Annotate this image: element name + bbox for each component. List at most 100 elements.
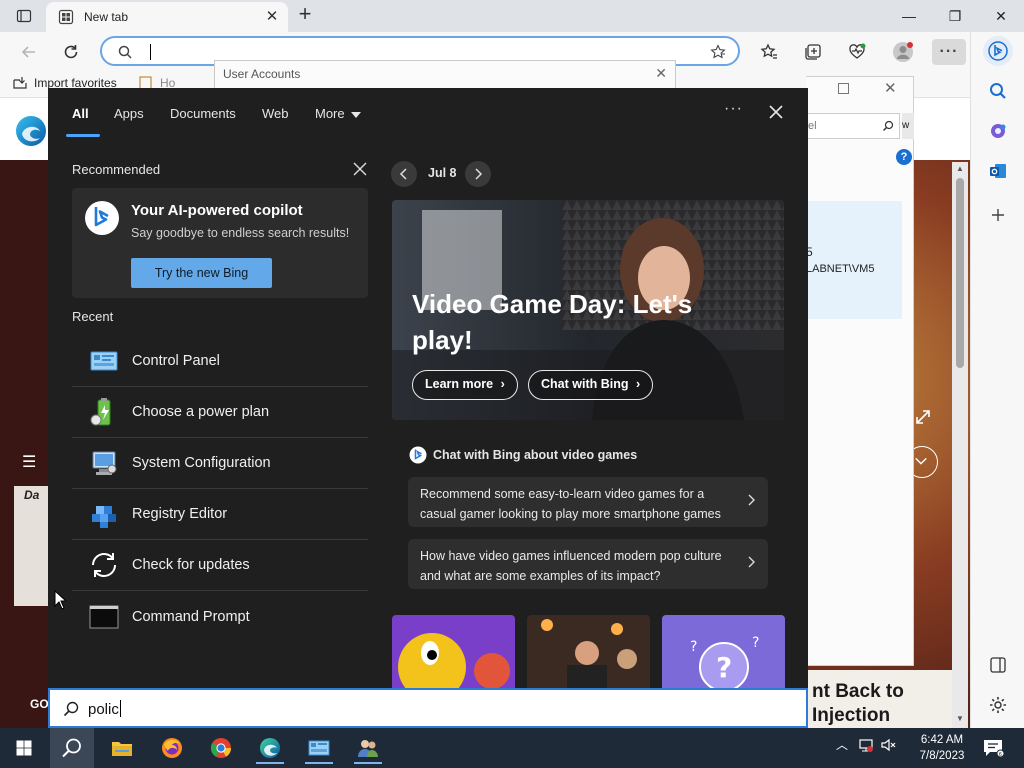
scrollbar-thumb[interactable] (956, 178, 964, 368)
user-accounts-close-icon[interactable]: ✕ (655, 65, 667, 82)
dismiss-recommended-icon[interactable] (353, 162, 367, 176)
recent-list: Control Panel Choose a power plan System… (72, 336, 368, 642)
tab-documents[interactable]: Documents (170, 106, 236, 121)
collections-button[interactable] (800, 39, 826, 65)
next-day-button[interactable] (465, 161, 491, 187)
back-button[interactable] (16, 39, 42, 65)
highlight-thumbnail-1[interactable] (392, 615, 515, 688)
profile-avatar-icon (893, 42, 913, 62)
taskbar-user-accounts[interactable] (348, 732, 388, 764)
tab-more[interactable]: More (315, 106, 361, 121)
taskbar-firefox[interactable] (152, 732, 192, 764)
partial-button[interactable]: w (902, 113, 914, 139)
tab-actions-button[interactable] (10, 6, 38, 26)
sidebar-hide-button[interactable] (985, 652, 1011, 678)
volume-muted-icon[interactable] (880, 737, 896, 753)
sidebar-tools-button[interactable] (985, 118, 1011, 144)
taskbar-clock[interactable]: 6:42 AM 7/8/2023 (910, 732, 974, 764)
taskbar-edge[interactable] (250, 732, 290, 764)
windows-search-box[interactable]: polic (48, 688, 808, 728)
svg-text:?: ? (752, 635, 759, 651)
sidebar-settings-button[interactable] (985, 692, 1011, 718)
tab-all[interactable]: All (72, 106, 89, 121)
tab-actions-icon (16, 9, 32, 23)
refresh-icon (64, 45, 78, 59)
maximize-icon[interactable] (838, 83, 849, 94)
tab-web[interactable]: Web (262, 106, 289, 121)
outlook-icon (990, 164, 1006, 178)
browser-tab[interactable]: New tab ✕ (46, 2, 288, 32)
network-icon[interactable] (858, 737, 874, 753)
search-query-input[interactable]: polic (88, 700, 121, 718)
windows-logo-icon (16, 740, 32, 756)
search-box-text: el (808, 120, 817, 132)
learn-more-button[interactable]: Learn more › (412, 370, 518, 400)
taskbar-file-explorer[interactable] (102, 732, 142, 764)
try-new-bing-button[interactable]: Try the new Bing (131, 258, 272, 288)
hamburger-menu-icon[interactable]: ☰ (22, 452, 36, 472)
restore-button[interactable]: ❐ (940, 4, 970, 28)
minimize-button[interactable]: — (894, 4, 924, 28)
settings-more-button[interactable]: ··· (932, 39, 966, 65)
start-button[interactable] (4, 732, 44, 764)
show-hidden-icons-chevron-icon[interactable]: ︿ (836, 736, 848, 753)
browser-essentials-button[interactable] (844, 39, 870, 65)
recent-item-system-configuration[interactable]: System Configuration (72, 438, 368, 489)
chat-suggestion-2[interactable]: How have video games influenced modern p… (408, 539, 768, 589)
user-accounts-window-titlebar[interactable]: User Accounts ✕ (214, 60, 676, 90)
recent-item-check-for-updates[interactable]: Check for updates (72, 540, 368, 591)
recent-item-power-plan[interactable]: Choose a power plan (72, 387, 368, 438)
close-icon[interactable]: ✕ (884, 79, 897, 97)
news-headline[interactable]: nt Back to Injection (808, 670, 968, 728)
add-favorite-star-icon[interactable] (710, 44, 726, 60)
highlight-thumbnail-2[interactable] (527, 615, 650, 688)
sidebar-outlook-button[interactable] (985, 158, 1011, 184)
office-icon (991, 124, 1006, 138)
sidebar-search-button[interactable] (985, 78, 1011, 104)
bing-copilot-button[interactable] (983, 36, 1013, 66)
search-filter-tabs: All Apps Documents Web More ··· (48, 88, 808, 138)
favorites-button[interactable] (756, 39, 782, 65)
recommended-heading: Recommended (72, 162, 161, 177)
close-window-button[interactable]: ✕ (986, 4, 1016, 28)
recent-item-command-prompt[interactable]: Command Prompt (72, 591, 368, 642)
close-icon[interactable] (766, 102, 786, 122)
system-tray: ︿ (836, 736, 896, 753)
control-panel-search-box[interactable]: el (806, 113, 900, 139)
tab-apps[interactable]: Apps (114, 106, 144, 121)
recent-item-registry-editor[interactable]: Registry Editor (72, 489, 368, 540)
chat-with-bing-button[interactable]: Chat with Bing › (528, 370, 654, 400)
help-icon[interactable]: ? (896, 149, 912, 165)
chrome-icon (210, 738, 232, 758)
recent-item-control-panel[interactable]: Control Panel (72, 336, 368, 387)
highlight-date: Jul 8 (428, 166, 457, 180)
power-plan-icon (90, 398, 111, 426)
sidebar-add-button[interactable] (985, 202, 1011, 228)
tab-close-button[interactable]: ✕ (264, 9, 280, 25)
news-tile[interactable]: Da (14, 486, 48, 606)
bing-logo-icon (85, 201, 119, 235)
taskbar-search-button[interactable] (50, 728, 94, 768)
user-account-card[interactable]: 5 LABNET\VM5 (806, 201, 902, 319)
highlight-thumbnail-3[interactable]: ??? (662, 615, 785, 688)
scroll-down-arrow-icon[interactable]: ▼ (956, 714, 964, 723)
page-scrollbar[interactable]: ▲ ▼ (952, 162, 968, 728)
new-tab-button[interactable]: + (294, 3, 316, 26)
search-highlight-hero[interactable]: Video Game Day: Let's play! Learn more ›… (392, 200, 784, 420)
notification-center-icon[interactable]: 6 (982, 738, 1004, 758)
firefox-icon (162, 738, 182, 758)
page-go-label[interactable]: GO (30, 697, 49, 711)
chat-suggestion-1[interactable]: Recommend some easy-to-learn video games… (408, 477, 768, 527)
mouse-pointer-icon (54, 590, 66, 610)
scroll-up-arrow-icon[interactable]: ▲ (956, 164, 964, 173)
more-options-button[interactable]: ··· (724, 100, 743, 118)
bing-logo-icon (988, 41, 1008, 61)
profile-button[interactable] (890, 39, 916, 65)
previous-day-button[interactable] (391, 161, 417, 187)
taskbar-control-panel[interactable] (299, 732, 339, 764)
expand-icon[interactable] (914, 408, 932, 426)
copilot-recommendation-card[interactable]: Your AI-powered copilot Say goodbye to e… (72, 188, 368, 298)
taskbar-chrome[interactable] (201, 732, 241, 764)
more-dots-icon: ··· (939, 43, 959, 60)
refresh-button[interactable] (58, 39, 84, 65)
